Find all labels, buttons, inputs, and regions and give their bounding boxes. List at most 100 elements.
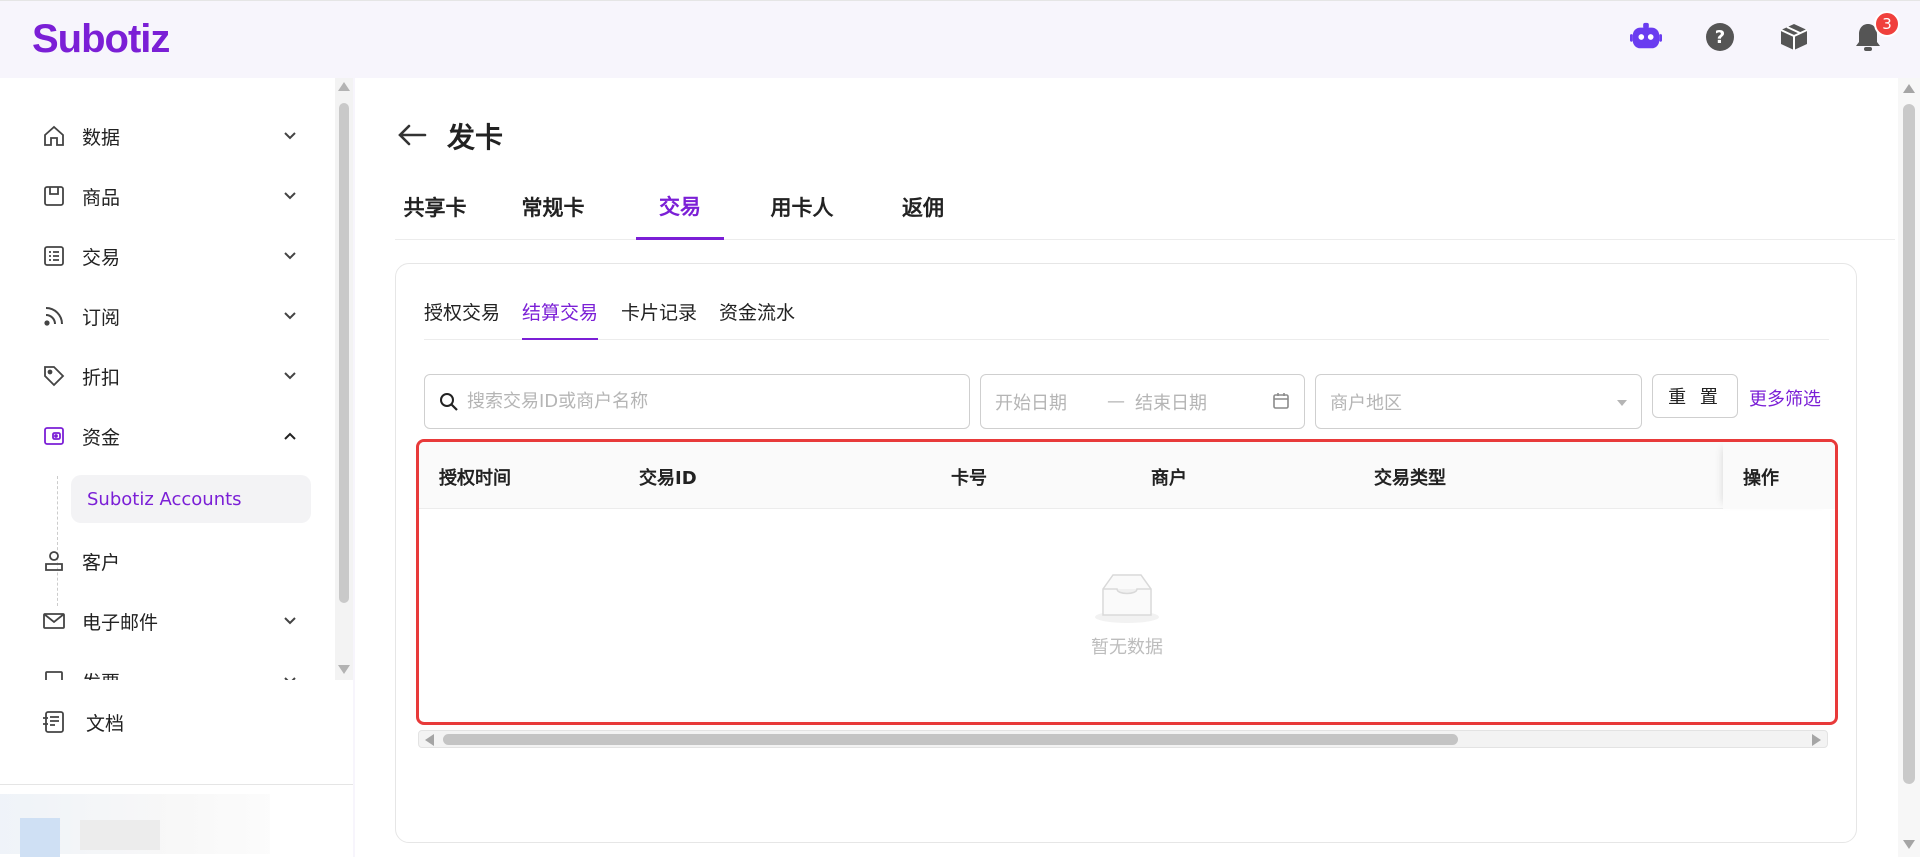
wallet-icon: [40, 422, 68, 450]
main-scroll-thumb[interactable]: [1903, 104, 1915, 784]
transactions-table: 授权时间 交易ID 卡号 商户 交易类型 操作 暂无数据: [416, 439, 1838, 725]
sidebar-item-subscriptions[interactable]: 订阅: [40, 296, 300, 336]
column-merchant: 商户: [1151, 468, 1187, 489]
notification-badge: 3: [1874, 11, 1900, 37]
svg-text:?: ?: [1715, 27, 1725, 48]
sidebar-item-label: 交易: [82, 246, 121, 269]
column-transaction-id: 交易ID: [639, 468, 697, 489]
scroll-down-arrow-icon[interactable]: [338, 665, 350, 674]
chevron-down-icon: [284, 132, 296, 140]
table-horizontal-scrollbar[interactable]: [418, 730, 1828, 748]
chevron-down-icon: [284, 252, 296, 260]
sidebar-item-email[interactable]: 电子邮件: [40, 601, 300, 641]
sidebar-divider: [0, 784, 353, 785]
sidebar-nav: 数据 商品 交易 订阅 折扣 资金 Subotiz Accounts 客户 电子…: [0, 78, 335, 680]
back-arrow-icon[interactable]: [395, 118, 429, 152]
sidebar-item-invoices[interactable]: 发票: [40, 661, 300, 680]
package-icon[interactable]: [1778, 21, 1810, 53]
rss-icon: [40, 302, 68, 330]
chevron-down-icon: [284, 372, 296, 380]
column-card-number: 卡号: [951, 468, 987, 489]
column-auth-time: 授权时间: [439, 468, 511, 489]
app-logo[interactable]: Subotiz: [32, 17, 170, 62]
chevron-down-icon: [284, 677, 296, 680]
chevron-down-icon: [284, 312, 296, 320]
scroll-left-arrow-icon[interactable]: [425, 734, 434, 746]
sidebar-item-docs[interactable]: 文档: [40, 708, 124, 736]
calendar-icon: [1273, 393, 1289, 409]
list-icon: [40, 242, 68, 270]
tab-cardholders[interactable]: 用卡人: [762, 174, 842, 240]
main-scrollbar[interactable]: [1898, 78, 1920, 857]
reset-button[interactable]: 重 置: [1652, 374, 1738, 418]
empty-inbox-icon: [1095, 574, 1159, 623]
account-avatar-blurred: [20, 818, 60, 857]
chevron-down-icon: [284, 192, 296, 200]
mail-icon: [40, 607, 68, 635]
scroll-up-arrow-icon[interactable]: [1903, 84, 1915, 93]
subtab-card-records[interactable]: 卡片记录: [621, 298, 697, 340]
main-content: 发卡 共享卡 常规卡 交易 用卡人 返佣 授权交易 结算交易 卡片记录 资金流水…: [355, 78, 1898, 857]
more-filters-link[interactable]: 更多筛选: [1749, 385, 1821, 411]
sidebar-scroll-thumb[interactable]: [339, 103, 349, 603]
sub-tabs: 授权交易 结算交易 卡片记录 资金流水: [424, 298, 1829, 340]
empty-state: 暂无数据: [419, 509, 1835, 719]
notification-bell[interactable]: 3: [1852, 11, 1900, 53]
sidebar-item-label: 订阅: [82, 306, 121, 329]
table-header: 授权时间 交易ID 卡号 商户 交易类型 操作: [419, 442, 1835, 509]
sidebar-item-products[interactable]: 商品: [40, 176, 300, 216]
column-transaction-type: 交易类型: [1374, 468, 1446, 489]
date-range-picker[interactable]: 开始日期 — 结束日期: [980, 374, 1305, 429]
table-scroll-thumb[interactable]: [443, 734, 1458, 745]
sidebar-item-data[interactable]: 数据: [40, 116, 300, 156]
document-icon: [40, 708, 68, 736]
dropdown-arrow-icon: [1617, 400, 1627, 406]
scroll-right-arrow-icon[interactable]: [1812, 734, 1821, 746]
search-field[interactable]: [424, 374, 970, 429]
sidebar-item-label: 数据: [82, 126, 121, 149]
region-placeholder: 商户地区: [1330, 392, 1402, 414]
subtab-fund-flow[interactable]: 资金流水: [719, 298, 795, 340]
scroll-up-arrow-icon[interactable]: [338, 82, 350, 91]
column-actions-cell: 操作: [1723, 442, 1835, 509]
sidebar-item-funds[interactable]: 资金: [40, 416, 300, 456]
top-bar: Subotiz ? 3: [0, 0, 1920, 78]
invoice-icon: [40, 667, 68, 680]
sidebar-item-discounts[interactable]: 折扣: [40, 356, 300, 396]
docs-label: 文档: [86, 712, 125, 735]
home-icon: [40, 122, 68, 150]
sidebar-item-label: 电子邮件: [82, 611, 159, 634]
sidebar-item-label: 商品: [82, 186, 121, 209]
merchant-region-select[interactable]: 商户地区: [1315, 374, 1642, 429]
sidebar-item-customers[interactable]: 客户: [40, 541, 300, 581]
search-input[interactable]: [467, 391, 947, 412]
sidebar-subitem-subotiz-accounts[interactable]: Subotiz Accounts: [71, 475, 311, 523]
subtab-settled[interactable]: 结算交易: [522, 298, 599, 340]
search-icon: [440, 392, 458, 411]
sidebar-item-label: 发票: [82, 668, 120, 681]
tab-transactions[interactable]: 交易: [636, 174, 724, 240]
sidebar: 数据 商品 交易 订阅 折扣 资金 Subotiz Accounts 客户 电子…: [0, 78, 353, 857]
store-icon: [40, 182, 68, 210]
subtab-authorized[interactable]: 授权交易: [424, 298, 500, 340]
empty-text: 暂无数据: [1091, 637, 1163, 658]
sidebar-scrollbar[interactable]: [335, 78, 353, 680]
tab-regular-card[interactable]: 常规卡: [513, 174, 593, 240]
sidebar-item-label: 资金: [82, 426, 121, 449]
assistant-bot-icon[interactable]: [1630, 21, 1662, 53]
chevron-down-icon: [284, 617, 296, 625]
sidebar-item-label: 折扣: [82, 366, 121, 389]
scroll-down-arrow-icon[interactable]: [1903, 840, 1915, 849]
tab-shared-card[interactable]: 共享卡: [395, 174, 475, 240]
start-date-input[interactable]: 开始日期: [995, 389, 1067, 415]
main-tabs: 共享卡 常规卡 交易 用卡人 返佣: [395, 174, 1895, 240]
account-name-blurred: [80, 820, 160, 850]
help-icon[interactable]: ?: [1704, 21, 1736, 53]
chevron-up-icon: [284, 432, 296, 440]
page-title: 发卡: [447, 121, 504, 154]
top-icons: ? 3: [1630, 11, 1900, 53]
end-date-input[interactable]: 结束日期: [1135, 389, 1207, 415]
transactions-card: 授权交易 结算交易 卡片记录 资金流水 开始日期 — 结束日期 商户地区 重 置…: [395, 263, 1857, 843]
sidebar-item-transactions[interactable]: 交易: [40, 236, 300, 276]
tab-rebates[interactable]: 返佣: [883, 174, 963, 240]
